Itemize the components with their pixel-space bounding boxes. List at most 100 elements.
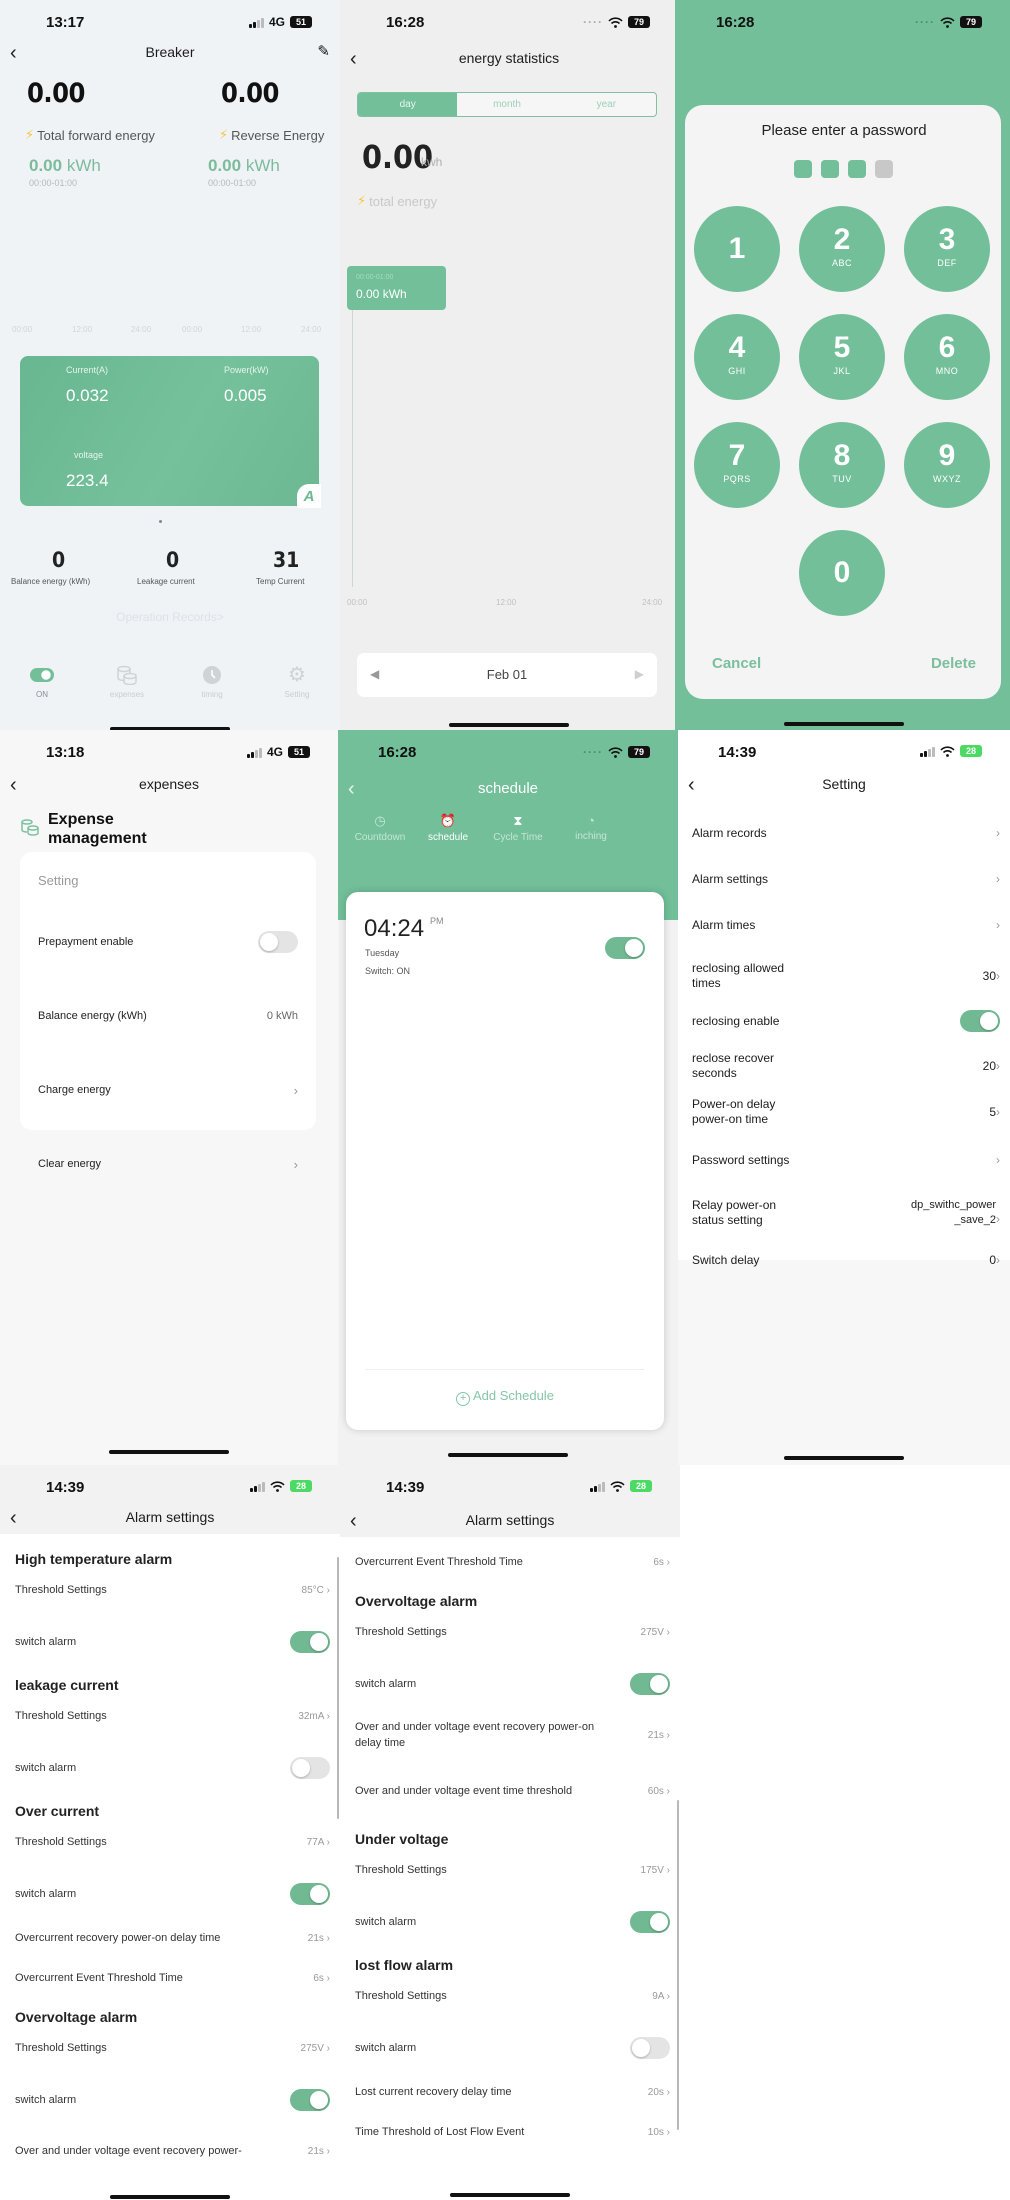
row-label: Over and under voltage event recovery po… xyxy=(15,2145,242,2157)
tab-countdown[interactable]: ◷ Countdown xyxy=(344,813,416,843)
switch-alarm-toggle[interactable] xyxy=(630,1673,670,1695)
setting-row[interactable]: Alarm settings › xyxy=(692,869,1000,889)
keypad-key-9[interactable]: 9 WXYZ xyxy=(904,422,990,508)
row-value[interactable]: 60s › xyxy=(648,1786,670,1797)
operation-records-link[interactable]: Operation Records> xyxy=(0,610,340,624)
threshold-row[interactable]: Threshold Settings 32mA › xyxy=(15,1707,330,1725)
threshold-row[interactable]: Lost current recovery delay time 20s › xyxy=(355,2083,670,2101)
threshold-row[interactable]: Time Threshold of Lost Flow Event 10s › xyxy=(355,2123,670,2141)
axis-tick: 12:00 xyxy=(496,598,517,607)
threshold-row[interactable]: Threshold Settings 85°C › xyxy=(15,1581,330,1599)
tab-schedule[interactable]: ⏰ schedule xyxy=(412,813,484,843)
row-value[interactable]: 85°C › xyxy=(302,1585,330,1596)
setting-row[interactable]: Password settings › xyxy=(692,1150,1000,1170)
keypad-key-1[interactable]: 1 xyxy=(694,206,780,292)
row-value[interactable]: 175V › xyxy=(641,1865,670,1876)
setting-row[interactable]: Switch delay 0› xyxy=(692,1250,1000,1270)
row-value[interactable]: 21s › xyxy=(308,1933,330,1944)
switch-alarm-toggle[interactable] xyxy=(290,1883,330,1905)
metrics-card[interactable]: Current(A) 0.032 Power(kW) 0.005 voltage… xyxy=(20,356,321,508)
setting-label: Relay power-on status setting xyxy=(692,1198,777,1227)
scrollbar[interactable] xyxy=(337,1557,339,1819)
setting-row[interactable]: reclosing allowed times 30› xyxy=(692,960,1000,992)
setting-row[interactable]: reclose recover seconds 20› xyxy=(692,1050,1000,1082)
tab-cycle-time[interactable]: ⧗ Cycle Time xyxy=(482,813,554,843)
segment-month[interactable]: month xyxy=(457,93,556,116)
threshold-row[interactable]: Threshold Settings 275V › xyxy=(355,1623,670,1641)
row-label: switch alarm xyxy=(15,1888,77,1900)
row-value[interactable]: 6s › xyxy=(313,1973,330,1984)
switch-alarm-toggle[interactable] xyxy=(290,2089,330,2111)
switch-alarm-toggle[interactable] xyxy=(630,2037,670,2059)
tab-on[interactable]: ON xyxy=(7,664,77,699)
threshold-row[interactable]: Overcurrent recovery power-on delay time… xyxy=(15,1929,330,1947)
row-value[interactable]: 9A › xyxy=(652,1991,670,2002)
keypad-key-8[interactable]: 8 TUV xyxy=(799,422,885,508)
segment-year[interactable]: year xyxy=(557,93,656,116)
row-label: Threshold Settings xyxy=(355,1626,447,1638)
switch-alarm-row: switch alarm xyxy=(15,1757,330,1779)
switch-alarm-toggle[interactable] xyxy=(290,1631,330,1653)
prepayment-enable-toggle[interactable] xyxy=(258,931,298,953)
row-value[interactable]: 10s › xyxy=(648,2127,670,2138)
add-schedule-button[interactable]: + Add Schedule xyxy=(346,1388,664,1406)
keypad-key-3[interactable]: 3 DEF xyxy=(904,206,990,292)
chevron-right-icon: › xyxy=(996,1058,1000,1073)
status-time: 14:39 xyxy=(386,1479,425,1496)
row-label: Lost current recovery delay time xyxy=(355,2086,512,2098)
setting-label: reclose recover seconds xyxy=(692,1051,775,1080)
threshold-row[interactable]: Overcurrent Event Threshold Time 6s › xyxy=(355,1553,670,1571)
setting-row[interactable]: Alarm records › xyxy=(692,823,1000,843)
tab-timing[interactable]: timing xyxy=(177,664,247,699)
threshold-row[interactable]: Threshold Settings 275V › xyxy=(15,2039,330,2057)
row-value[interactable]: 21s › xyxy=(648,1730,670,1741)
a-badge-icon: A xyxy=(297,484,321,508)
segment-day[interactable]: day xyxy=(358,93,458,116)
battery-icon: 28 xyxy=(960,745,982,757)
row-value[interactable]: 32mA › xyxy=(298,1711,330,1722)
row-value[interactable]: 20s › xyxy=(648,2087,670,2098)
row-value[interactable]: 77A › xyxy=(307,1837,330,1848)
edit-icon[interactable]: ✎ xyxy=(317,42,330,60)
threshold-row[interactable]: Over and under voltage event recovery po… xyxy=(15,2135,330,2167)
cancel-button[interactable]: Cancel xyxy=(712,655,761,672)
key-letters: PQRS xyxy=(723,474,751,484)
tab-expenses[interactable]: expenses xyxy=(92,664,162,699)
nav-bar: ‹ expenses xyxy=(0,770,338,804)
keypad-key-2[interactable]: 2 ABC xyxy=(799,206,885,292)
charge-energy-row[interactable]: Charge energy › xyxy=(38,1080,298,1100)
setting-toggle[interactable] xyxy=(960,1010,1000,1032)
chart-cursor-line[interactable] xyxy=(352,310,353,587)
row-label: switch alarm xyxy=(15,1636,77,1648)
keypad-key-6[interactable]: 6 MNO xyxy=(904,314,990,400)
switch-alarm-toggle[interactable] xyxy=(290,1757,330,1779)
delete-button[interactable]: Delete xyxy=(931,655,976,672)
home-indicator xyxy=(449,723,569,727)
threshold-row[interactable]: Over and under voltage event recovery po… xyxy=(355,1719,670,1751)
switch-alarm-toggle[interactable] xyxy=(630,1911,670,1933)
schedule-enabled-toggle[interactable] xyxy=(605,937,645,959)
row-value[interactable]: 21s › xyxy=(308,2146,330,2157)
row-value[interactable]: 275V › xyxy=(301,2043,330,2054)
clear-energy-row[interactable]: Clear energy › xyxy=(38,1154,298,1174)
setting-value: 30› xyxy=(983,969,1000,984)
threshold-row[interactable]: Threshold Settings 9A › xyxy=(355,1987,670,2005)
setting-row[interactable]: Alarm times › xyxy=(692,915,1000,935)
threshold-row[interactable]: Threshold Settings 175V › xyxy=(355,1861,670,1879)
setting-row[interactable]: Relay power-on status setting dp_swithc_p… xyxy=(692,1197,1000,1229)
scrollbar[interactable] xyxy=(677,1800,679,2130)
tab-inching[interactable]: ◔ inching xyxy=(555,813,627,842)
row-value[interactable]: 6s › xyxy=(653,1557,670,1568)
tooltip-value: 0.00 kWh xyxy=(356,287,407,301)
threshold-row[interactable]: Overcurrent Event Threshold Time 6s › xyxy=(15,1969,330,1987)
keypad-key-0[interactable]: 0 xyxy=(799,530,885,616)
row-value[interactable]: 275V › xyxy=(641,1627,670,1638)
keypad-key-4[interactable]: 4 GHI xyxy=(694,314,780,400)
keypad-key-7[interactable]: 7 PQRS xyxy=(694,422,780,508)
tab-setting[interactable]: ⚙ Setting xyxy=(262,664,332,699)
keypad-key-5[interactable]: 5 JKL xyxy=(799,314,885,400)
threshold-row[interactable]: Over and under voltage event time thresh… xyxy=(355,1775,670,1807)
threshold-row[interactable]: Threshold Settings 77A › xyxy=(15,1833,330,1851)
setting-row[interactable]: Power-on delay power-on time 5› xyxy=(692,1096,1000,1128)
next-date-button[interactable]: ▶ xyxy=(635,667,644,681)
